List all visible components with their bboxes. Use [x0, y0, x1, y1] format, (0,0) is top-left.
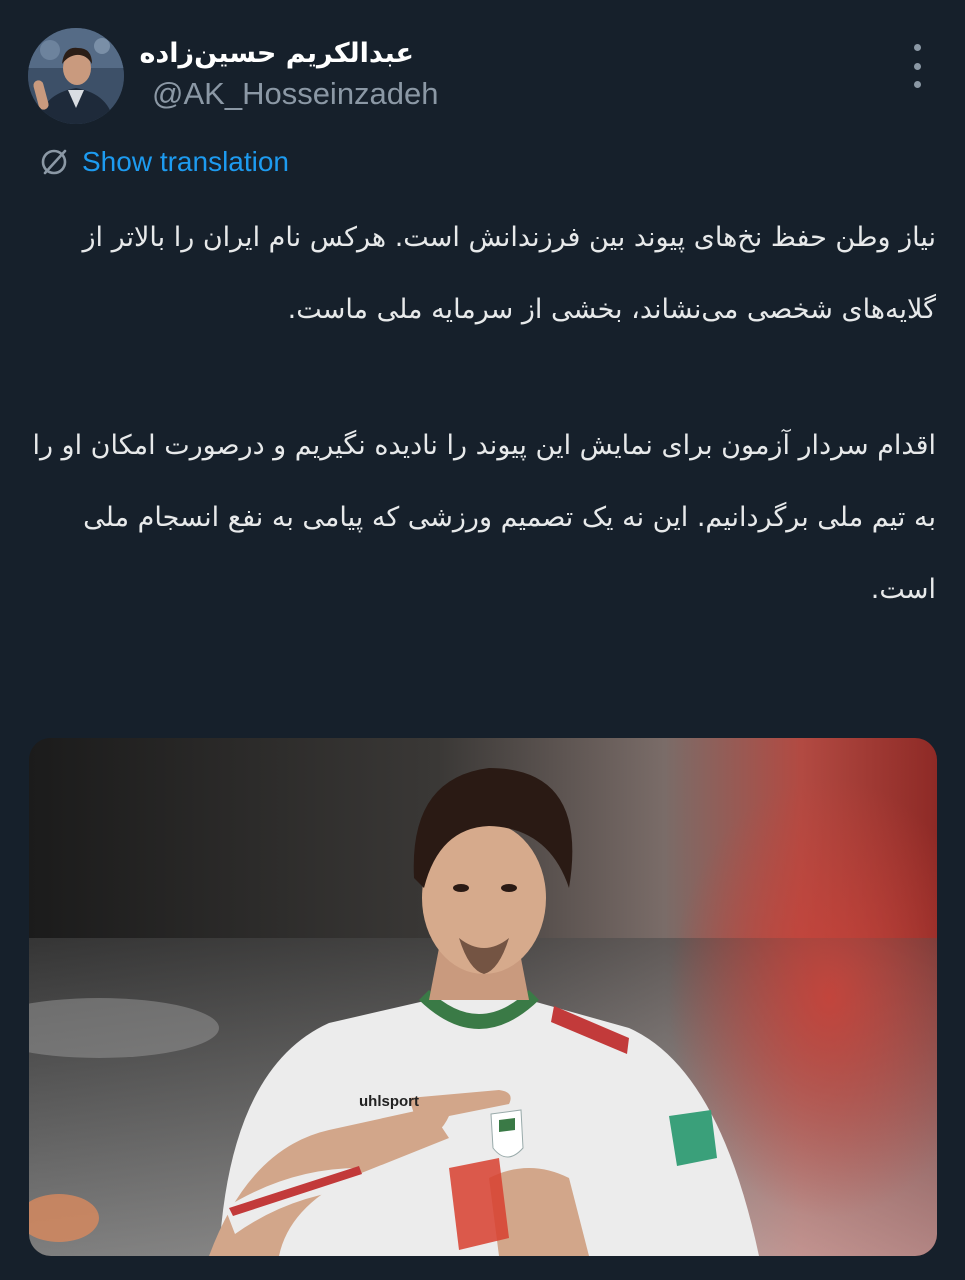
tweet-media-photo[interactable]: uhlsport — [29, 738, 937, 1256]
author-display-name[interactable]: عبدالکریم حسین‌زاده — [139, 38, 414, 69]
avatar[interactable] — [28, 28, 124, 124]
tweet-paragraph: نیاز وطن حفظ نخ‌های پیوند بین فرزندانش ا… — [82, 222, 936, 325]
author-handle[interactable]: @AK_Hosseinzadeh — [152, 76, 439, 112]
tweet-text: نیاز وطن حفظ نخ‌های پیوند بین فرزندانش ا… — [30, 202, 936, 626]
show-translation-label: Show translation — [82, 146, 290, 177]
globe-translate-icon — [41, 149, 67, 175]
player-photo: uhlsport — [29, 738, 937, 1256]
jersey-brand-text: uhlsport — [359, 1093, 419, 1110]
tweet-paragraph: اقدام سردار آزمون برای نمایش این پیوند ر… — [32, 430, 936, 605]
more-vertical-icon — [913, 44, 921, 51]
more-options-button[interactable] — [902, 44, 932, 88]
show-translation-link[interactable]: Show translation — [38, 146, 289, 178]
avatar-photo — [28, 28, 124, 124]
tweet-card: عبدالکریم حسین‌زاده @AK_Hosseinzadeh Sho… — [0, 0, 965, 1280]
